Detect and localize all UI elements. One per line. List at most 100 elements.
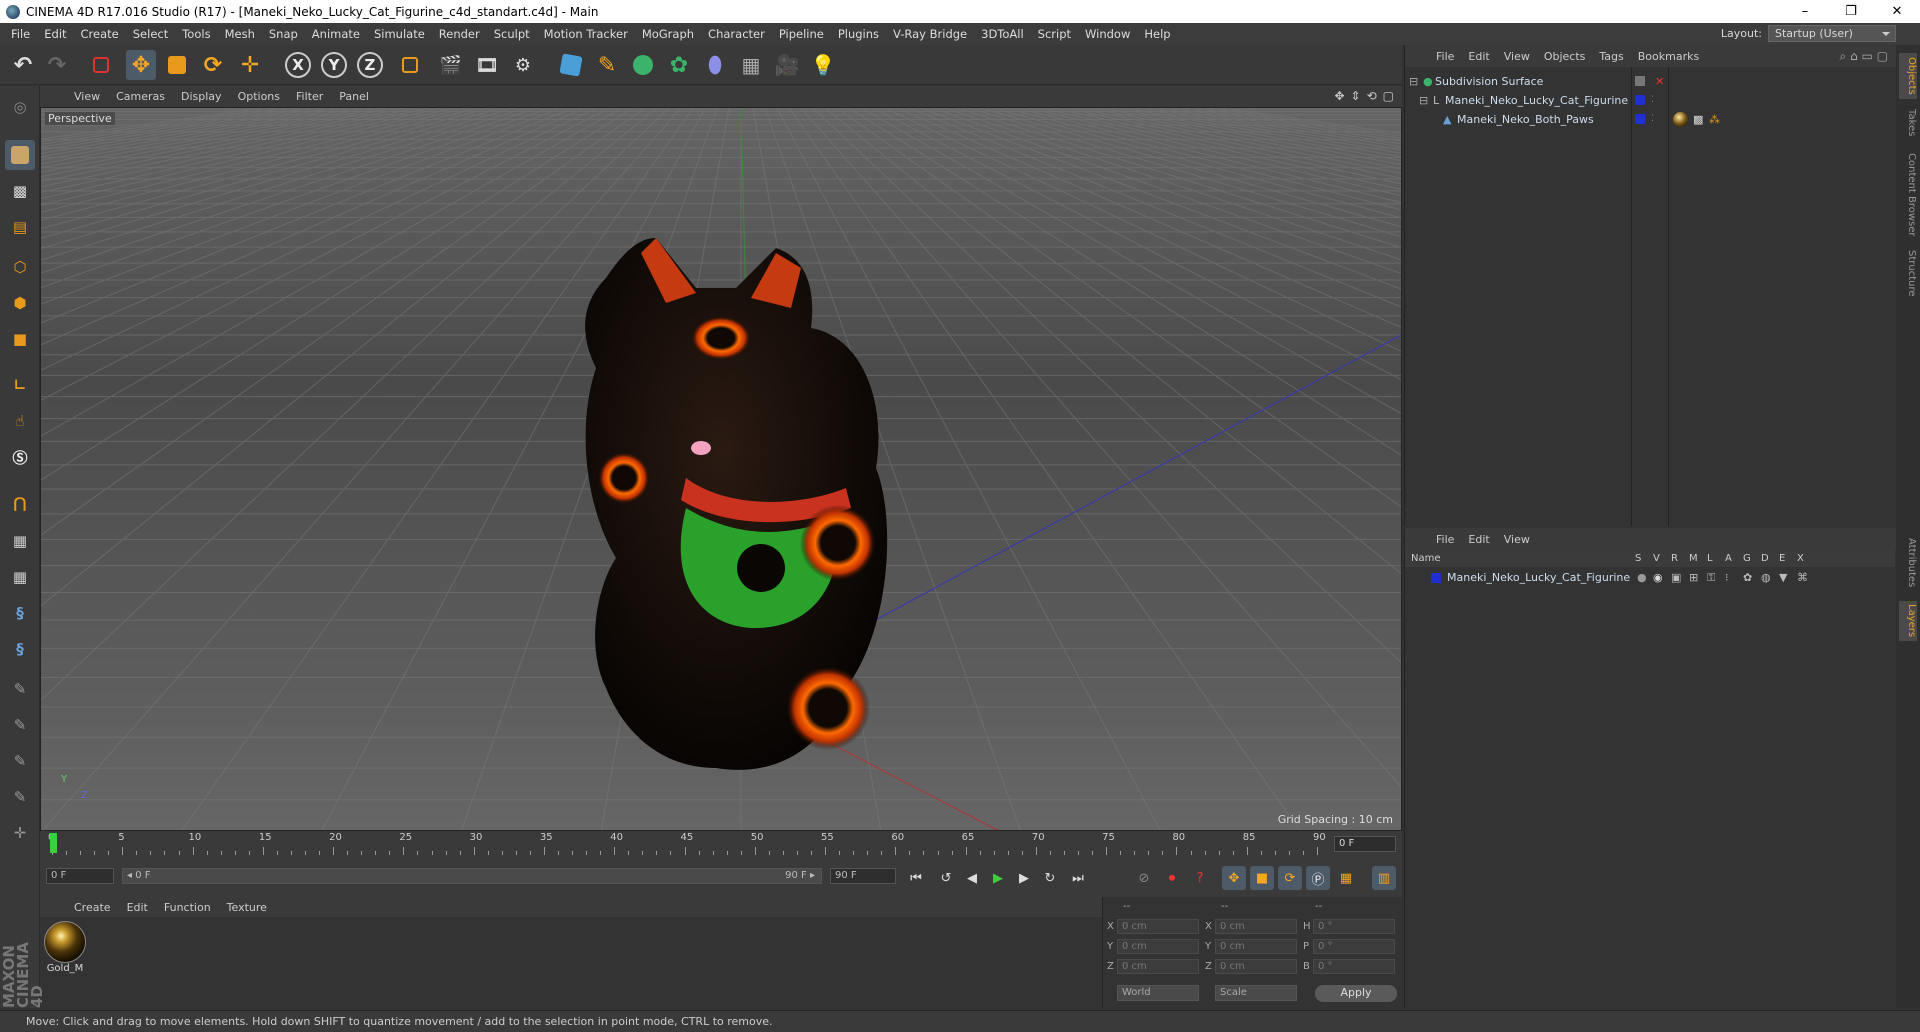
layer-generator-icon[interactable]: ✿ xyxy=(1743,568,1752,587)
layer-color-swatch[interactable] xyxy=(1635,114,1645,124)
menu-tools[interactable]: Tools xyxy=(175,27,217,41)
menu-file[interactable]: File xyxy=(4,27,37,41)
menu-mograph[interactable]: MoGraph xyxy=(635,27,701,41)
menu-animate[interactable]: Animate xyxy=(305,27,367,41)
layer-color-swatch[interactable] xyxy=(1635,95,1645,105)
play-forward-icon[interactable]: ▶ xyxy=(986,866,1010,890)
next-frame-icon[interactable]: ▶ xyxy=(1012,866,1036,890)
menu-render[interactable]: Render xyxy=(432,27,487,41)
sculpt-grab-icon[interactable]: ✛ xyxy=(5,818,35,848)
maneki-neko-model[interactable] xyxy=(546,208,926,778)
tweak-mode-icon[interactable]: ☝ xyxy=(5,406,35,436)
floor-scene-icon[interactable]: ▦ xyxy=(736,50,766,80)
layer-col-deformers[interactable]: D xyxy=(1761,550,1769,567)
lock-workplane-icon[interactable]: ▦ xyxy=(5,526,35,556)
coord-size-z-field[interactable]: 0 cm xyxy=(1215,959,1297,974)
playhead[interactable] xyxy=(50,833,57,853)
rotate-icon[interactable]: ⟳ xyxy=(198,50,228,80)
phong-tag-icon[interactable]: ⁂ xyxy=(1709,110,1720,129)
keyframe-selection-icon[interactable]: ? xyxy=(1188,866,1212,890)
key-pla-icon[interactable]: ▦ xyxy=(1334,866,1358,890)
sculpt-pull-icon[interactable]: ✎ xyxy=(5,710,35,740)
coord-size-x-field[interactable]: 0 cm xyxy=(1215,919,1297,934)
layer-col-expressions[interactable]: E xyxy=(1779,550,1785,567)
viewport-menu-filter[interactable]: Filter xyxy=(288,90,331,103)
menu-vray-bridge[interactable]: V-Ray Bridge xyxy=(886,27,974,41)
menu-snap[interactable]: Snap xyxy=(262,27,305,41)
viewport-zoom-icon[interactable]: ⇕ xyxy=(1351,89,1361,103)
camera-icon[interactable]: 🎥 xyxy=(772,50,802,80)
tab-takes[interactable]: Takes xyxy=(1899,103,1917,143)
objmgr-menu-tags[interactable]: Tags xyxy=(1592,50,1630,63)
layer-deformer-icon[interactable]: ◍ xyxy=(1761,568,1771,587)
object-row-maneki-neko-both-paws[interactable]: ▲ Maneki_Neko_Both_Paws ⁚ ▩ ⁂ xyxy=(1405,110,1895,129)
sculpt-flatten-icon[interactable]: ✎ xyxy=(5,782,35,812)
spline-pen-icon[interactable]: ✎ xyxy=(592,50,622,80)
menu-pipeline[interactable]: Pipeline xyxy=(772,27,831,41)
layer-col-xref[interactable]: X xyxy=(1797,550,1804,567)
layer-col-name[interactable]: Name xyxy=(1411,550,1441,567)
start-frame-field[interactable]: 0 F xyxy=(46,868,114,884)
undo-icon[interactable]: ↶ xyxy=(8,50,38,80)
objmgr-menu-file[interactable]: File xyxy=(1429,50,1461,63)
objmgr-menu-objects[interactable]: Objects xyxy=(1537,50,1593,63)
visibility-dots-icon[interactable]: ⁚ xyxy=(1651,91,1654,110)
move-icon[interactable]: ✥ xyxy=(126,50,156,80)
layer-col-animation[interactable]: A xyxy=(1725,550,1732,567)
layer-color-swatch[interactable] xyxy=(1431,573,1441,583)
layermgr-menu-file[interactable]: File xyxy=(1429,533,1461,546)
viewport-camera-label[interactable]: Perspective xyxy=(45,112,115,125)
workplane-icon[interactable]: ▤ xyxy=(5,212,35,242)
tab-attributes[interactable]: Attributes xyxy=(1899,531,1917,595)
scale-icon[interactable] xyxy=(162,50,192,80)
uvw-tag-icon[interactable]: ▩ xyxy=(1693,110,1703,129)
menu-character[interactable]: Character xyxy=(701,27,772,41)
transform-icon[interactable]: ✛ xyxy=(235,50,265,80)
timeline-window-icon[interactable]: ▥ xyxy=(1372,866,1396,890)
autokey-icon[interactable]: ⏺ xyxy=(1160,866,1184,890)
viewport-pan-icon[interactable]: ✥ xyxy=(1334,89,1344,103)
previous-frame-icon[interactable]: ◀ xyxy=(960,866,984,890)
z-axis-lock-icon[interactable]: Z xyxy=(357,52,383,78)
next-key-icon[interactable]: ↻ xyxy=(1038,866,1062,890)
menu-motion-tracker[interactable]: Motion Tracker xyxy=(537,27,635,41)
snapping-icon[interactable]: Ⓢ xyxy=(5,442,35,472)
sculpt-brush-icon[interactable]: ✎ xyxy=(5,674,35,704)
objmgr-menu-bookmarks[interactable]: Bookmarks xyxy=(1631,50,1706,63)
preview-range-slider[interactable]: ◂ 0 F 90 F ▸ xyxy=(122,868,822,884)
layout-dropdown[interactable]: Startup (User) xyxy=(1768,25,1896,42)
redo-icon[interactable]: ↷ xyxy=(42,50,72,80)
viewport-rotate-icon[interactable]: ⟲ xyxy=(1367,89,1377,103)
object-name[interactable]: Subdivision Surface xyxy=(1435,72,1543,91)
cube-primitive-icon[interactable] xyxy=(556,50,586,80)
layer-manager-icon[interactable]: ⊞ xyxy=(1689,568,1698,587)
layer-col-view[interactable]: V xyxy=(1653,550,1660,567)
coord-pos-y-field[interactable]: 0 cm xyxy=(1117,939,1199,954)
layermgr-menu-edit[interactable]: Edit xyxy=(1461,533,1496,546)
layer-color-swatch[interactable] xyxy=(1635,76,1645,86)
objmgr-search-icon[interactable]: ⌕ ⌂ ▭ ▢ xyxy=(1840,49,1888,64)
coord-size-y-field[interactable]: 0 cm xyxy=(1215,939,1297,954)
menu-script[interactable]: Script xyxy=(1031,27,1078,41)
apply-button[interactable]: Apply xyxy=(1315,985,1397,1002)
material-menu-create[interactable]: Create xyxy=(66,901,119,914)
render-view-icon[interactable]: 🎬 xyxy=(436,50,466,80)
key-position-icon[interactable]: ✥ xyxy=(1222,866,1246,890)
coord-rot-p-field[interactable]: 0 ° xyxy=(1313,939,1395,954)
points-mode-icon[interactable]: ⬡ xyxy=(5,252,35,282)
menu-window[interactable]: Window xyxy=(1078,27,1137,41)
object-name[interactable]: Maneki_Neko_Both_Paws xyxy=(1457,110,1594,129)
menu-mesh[interactable]: Mesh xyxy=(218,27,262,41)
material-menu-texture[interactable]: Texture xyxy=(219,901,275,914)
layer-col-locked[interactable]: L xyxy=(1707,550,1713,567)
model-mode-icon[interactable] xyxy=(5,140,35,170)
layer-row-maneki-neko[interactable]: Maneki_Neko_Lucky_Cat_Figurine ● ◉ ▣ ⊞ ⚿… xyxy=(1405,568,1895,587)
tab-content-browser[interactable]: Content Browser xyxy=(1899,149,1917,241)
coord-pos-x-field[interactable]: 0 cm xyxy=(1117,919,1199,934)
viewport-menu-panel[interactable]: Panel xyxy=(331,90,377,103)
coord-rot-h-field[interactable]: 0 ° xyxy=(1313,919,1395,934)
close-button[interactable]: ✕ xyxy=(1874,4,1920,19)
key-parameter-icon[interactable]: Ⓟ xyxy=(1306,866,1330,890)
object-row-subdivision-surface[interactable]: ⊟ ● Subdivision Surface ✕ xyxy=(1405,72,1895,91)
layer-col-render[interactable]: R xyxy=(1671,550,1678,567)
